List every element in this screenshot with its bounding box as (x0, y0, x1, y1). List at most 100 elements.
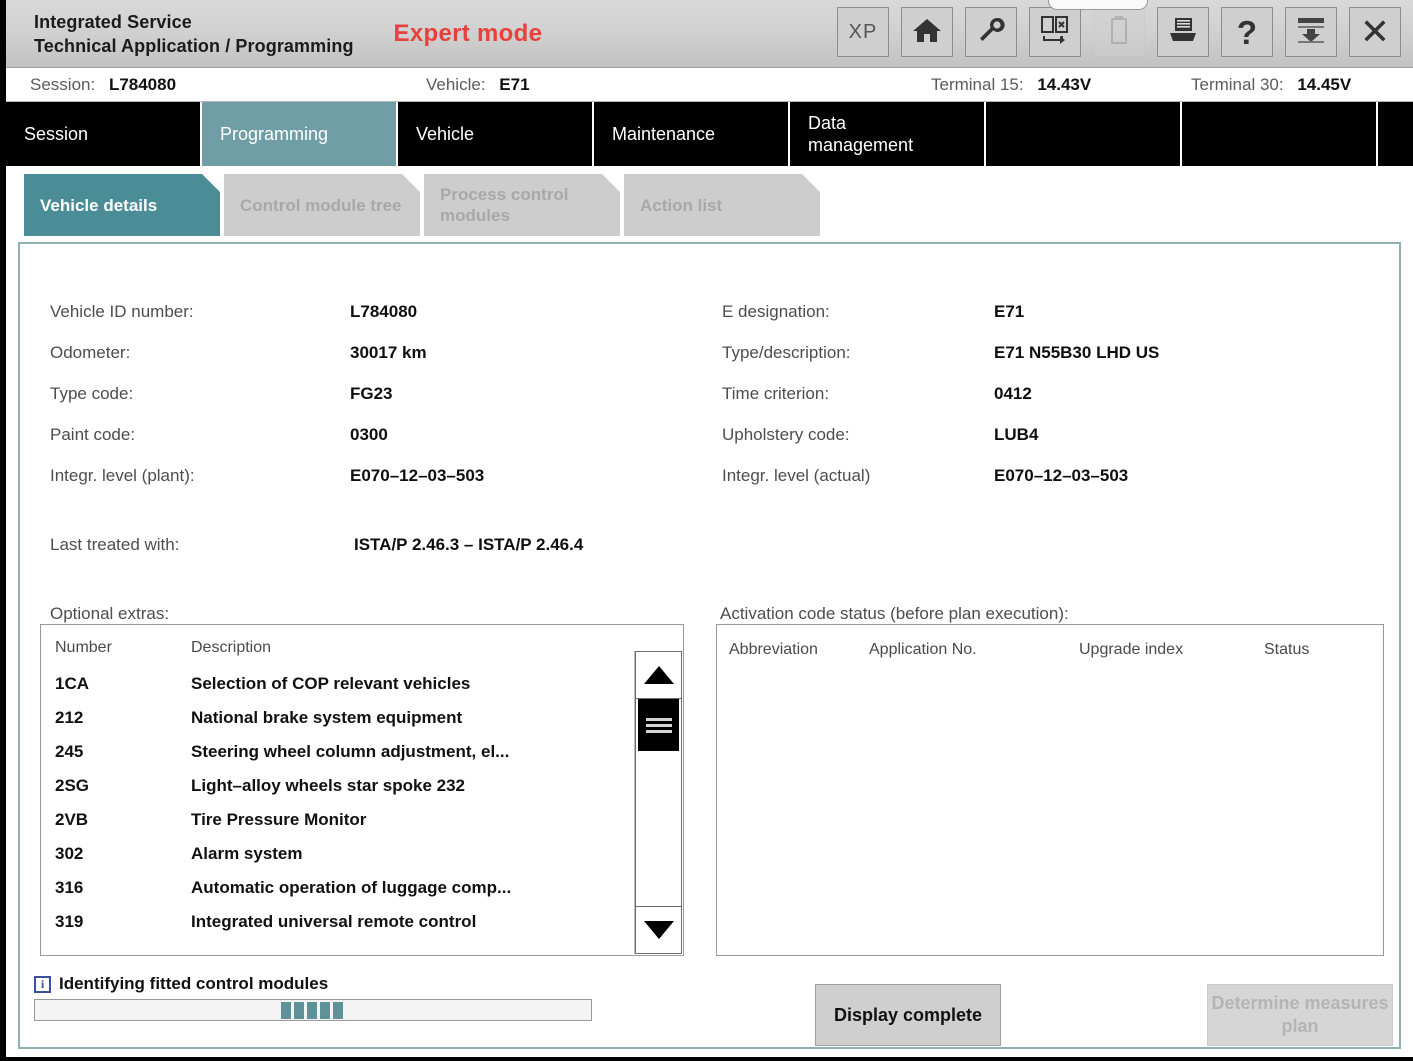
tab-maintenance[interactable]: Maintenance (594, 102, 790, 166)
progress-segment (333, 1002, 343, 1019)
optional-extras-header: Number Description (41, 625, 683, 667)
integr-level-actual-label: Integr. level (actual) (722, 466, 871, 485)
integr-level-actual-value: E070–12–03–503 (994, 466, 1129, 485)
info-icon: i (34, 975, 51, 993)
print-button[interactable] (1157, 7, 1209, 57)
application-window: Integrated Service Technical Application… (0, 0, 1413, 1061)
tab-empty-1[interactable] (986, 102, 1182, 166)
list-item-number: 245 (55, 742, 84, 761)
app-title-line1: Integrated Service (34, 11, 192, 32)
optional-extras-title: Optional extras: (50, 604, 170, 623)
subtab-vehicle-details[interactable]: Vehicle details (24, 174, 220, 236)
subtab-process-control-modules: Process control modules (424, 174, 620, 236)
subtab-action-list-label: Action list (640, 195, 723, 215)
tab-empty-2[interactable] (1182, 102, 1378, 166)
xp-button[interactable]: XP (837, 7, 889, 57)
list-item-number: 316 (55, 878, 84, 897)
list-item[interactable]: 316 Automatic operation of luggage comp.… (41, 871, 683, 905)
battery-button (1093, 7, 1145, 57)
list-item-number: 2VB (55, 810, 89, 829)
list-item[interactable]: 302 Alarm system (41, 837, 683, 871)
app-title: Integrated Service Technical Application… (34, 10, 354, 58)
list-item-description: Light–alloy wheels star spoke 232 (191, 776, 466, 795)
terminal15-info: Terminal 15: 14.43V (931, 75, 1091, 95)
compare-button[interactable] (1029, 7, 1081, 57)
app-header: Integrated Service Technical Application… (6, 0, 1413, 68)
list-item-description: Tire Pressure Monitor (191, 810, 367, 829)
terminal30-info: Terminal 30: 14.45V (1191, 75, 1351, 95)
tab-programming[interactable]: Programming (202, 102, 398, 166)
list-item[interactable]: 245 Steering wheel column adjustment, el… (41, 735, 683, 769)
upholstery-code-label: Upholstery code: (722, 425, 850, 444)
list-item-description: Automatic operation of luggage comp... (191, 878, 512, 897)
subtab-action-list: Action list (624, 174, 820, 236)
scroll-up-button[interactable] (635, 651, 682, 699)
list-item[interactable]: 2VB Tire Pressure Monitor (41, 803, 683, 837)
tab-programming-label: Programming (220, 124, 329, 144)
status-text: Identifying fitted control modules (59, 974, 329, 993)
tab-session-label: Session (24, 124, 89, 144)
export-button[interactable] (1285, 7, 1337, 57)
settings-button[interactable] (965, 7, 1017, 57)
list-item-description: Steering wheel column adjustment, el... (191, 742, 510, 761)
scrollbar-thumb[interactable] (638, 699, 679, 751)
export-icon (1296, 16, 1326, 49)
optional-extras-scrollbar[interactable] (634, 651, 682, 954)
battery-icon (1109, 15, 1129, 50)
terminal15-value: 14.43V (1037, 75, 1092, 94)
expert-mode-label: Expert mode (393, 19, 543, 47)
xp-label: XP (848, 20, 878, 43)
subtab-control-module-tree-label: Control module tree (240, 195, 402, 215)
session-value: L784080 (108, 75, 177, 94)
type-code-label: Type code: (50, 384, 134, 403)
type-description-label: Type/description: (722, 343, 851, 362)
list-item-description: Selection of COP relevant vehicles (191, 674, 471, 693)
compare-cards-icon (1040, 15, 1070, 50)
progress-segment (320, 1002, 330, 1019)
scroll-down-button[interactable] (635, 906, 682, 954)
window-notch (1048, 0, 1148, 10)
subtab-process-control-modules-label: Process control modules (440, 185, 569, 225)
type-code-value: FG23 (350, 384, 393, 403)
chevron-up-icon (643, 666, 674, 684)
wrench-icon (976, 15, 1006, 50)
scrollbar-track[interactable] (635, 699, 682, 906)
list-item-description: National brake system equipment (191, 708, 463, 727)
home-button[interactable] (901, 7, 953, 57)
integr-level-plant-label: Integr. level (plant): (50, 466, 195, 485)
optional-extras-list[interactable]: Number Description 1CA Selection of COP … (40, 624, 684, 956)
vehicle-label: Vehicle: (426, 75, 486, 94)
last-treated-value: ISTA/P 2.46.3 – ISTA/P 2.46.4 (354, 535, 584, 554)
list-item-description: Alarm system (191, 844, 303, 863)
tab-data-management[interactable]: Data management (790, 102, 986, 166)
type-description-value: E71 N55B30 LHD US (994, 343, 1160, 362)
list-item[interactable]: 2SG Light–alloy wheels star spoke 232 (41, 769, 683, 803)
tab-data-management-label: Data management (808, 113, 914, 155)
grip-icon (645, 715, 672, 736)
subtab-control-module-tree: Control module tree (224, 174, 420, 236)
list-item[interactable]: 319 Integrated universal remote control (41, 905, 683, 939)
tab-session[interactable]: Session (6, 102, 202, 166)
terminal30-value: 14.45V (1297, 75, 1352, 94)
close-button[interactable]: ✕ (1349, 7, 1401, 57)
display-complete-button[interactable]: Display complete (815, 984, 1001, 1046)
close-icon: ✕ (1359, 11, 1391, 52)
integr-level-plant-value: E070–12–03–503 (350, 466, 485, 485)
tab-vehicle[interactable]: Vehicle (398, 102, 594, 166)
activation-status-header: Abbreviation Application No. Upgrade ind… (717, 625, 1383, 659)
tab-maintenance-label: Maintenance (612, 124, 716, 144)
activation-status-table[interactable]: Abbreviation Application No. Upgrade ind… (716, 624, 1384, 956)
printer-icon (1168, 16, 1198, 49)
list-item-number: 302 (55, 844, 84, 863)
column-header-abbreviation: Abbreviation (729, 641, 818, 658)
list-item-number: 1CA (55, 674, 90, 693)
list-item-number: 212 (55, 708, 84, 727)
list-item-description: Integrated universal remote control (191, 912, 477, 931)
list-item[interactable]: 1CA Selection of COP relevant vehicles (41, 667, 683, 701)
content-panel: Vehicle ID number: L784080 Odometer: 300… (18, 242, 1401, 1049)
display-complete-label: Display complete (833, 1004, 983, 1025)
help-button[interactable]: ? (1221, 7, 1273, 57)
list-item[interactable]: 212 National brake system equipment (41, 701, 683, 735)
session-label: Session: (30, 75, 96, 94)
column-header-description: Description (191, 639, 272, 656)
